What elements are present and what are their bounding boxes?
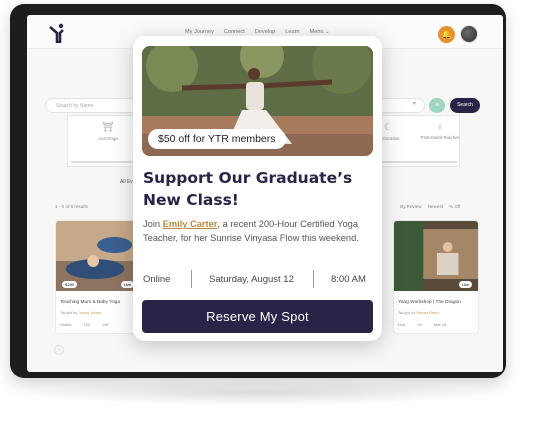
promo-modal: $50 off for YTR members Support Our Grad… [133,36,382,341]
graduate-name-link[interactable]: Emily Carter [163,219,218,229]
live-badge: Live [120,281,134,288]
nav-item-connect[interactable]: Connect [224,29,245,35]
live-badge: Live [458,281,472,288]
event-card[interactable]: Live Yang Workshop | The Dragon Taught b… [393,220,479,334]
main-nav: My Journey Connect Develop Learn Menu ⌄ [185,29,330,35]
sort-by-review[interactable]: By Review [400,204,422,209]
event-card-title: Teaching Mum & Baby Yoga [60,300,121,305]
results-count: 1 - 6 of 6 results [55,204,88,209]
chevron-down-icon[interactable]: ▾ [413,100,416,107]
nav-item-my-journey[interactable]: My Journey [185,29,214,35]
event-card-meta: Live 2h Mar 16 [398,322,447,327]
sort-newest[interactable]: Newest [428,204,443,209]
nav-item-menu[interactable]: Menu ⌄ [310,29,330,35]
event-card-teacher: Taught by Emma Reed [398,310,439,315]
class-date: Saturday, August 12 [209,274,294,285]
divider [313,270,314,288]
user-avatar[interactable] [460,25,478,43]
category-label: AcroYoga [98,136,118,141]
divider [191,270,192,288]
event-card-meta: Online 10h Vid [60,322,108,327]
class-time: 8:00 AM [331,274,366,285]
device-shadow [24,380,494,406]
logo-icon[interactable] [49,23,67,43]
filter-button[interactable]: ≡ [429,98,445,113]
postnatal-icon: ♀ [436,122,444,132]
teacher-link[interactable]: Jenny Jones [78,310,100,315]
notification-bell-icon[interactable]: 🔔 [438,26,455,43]
price-badge: $150 [62,281,77,288]
pagination-button[interactable]: ‹ [54,345,64,355]
acroyoga-icon: ⛩ [102,122,114,132]
class-location: Online [143,274,171,285]
search-button[interactable]: Search [450,98,480,113]
member-discount-badge: $50 off for YTR members [148,129,286,149]
event-card-teacher: Taught by Jenny Jones [60,310,101,315]
sort-discount[interactable]: % Off [449,204,460,209]
modal-headline: Support Our Graduate’s New Class! [143,169,353,209]
event-card-title: Yang Workshop | The Dragon [398,300,461,305]
category-post-natal[interactable]: ♀ Post-Natal Teacher [420,122,460,140]
event-card[interactable]: $150 Live Teaching Mum & Baby Yoga Taugh… [55,220,141,334]
nav-item-develop[interactable]: Develop [255,29,276,35]
class-details: Online Saturday, August 12 8:00 AM [143,270,373,290]
nav-item-learn[interactable]: Learn [285,29,299,35]
teacher-link[interactable]: Emma Reed [416,310,438,315]
sort-options: By Review Newest % Off [400,204,460,209]
modal-description: Join Emily Carter, a recent 200-Hour Cer… [143,219,359,243]
category-acroyoga[interactable]: ⛩ AcroYoga [88,122,128,141]
device-mockup: My Journey Connect Develop Learn Menu ⌄ … [0,0,539,421]
reserve-spot-button[interactable]: Reserve My Spot [142,300,373,333]
category-label: Post-Natal Teacher [420,135,460,140]
